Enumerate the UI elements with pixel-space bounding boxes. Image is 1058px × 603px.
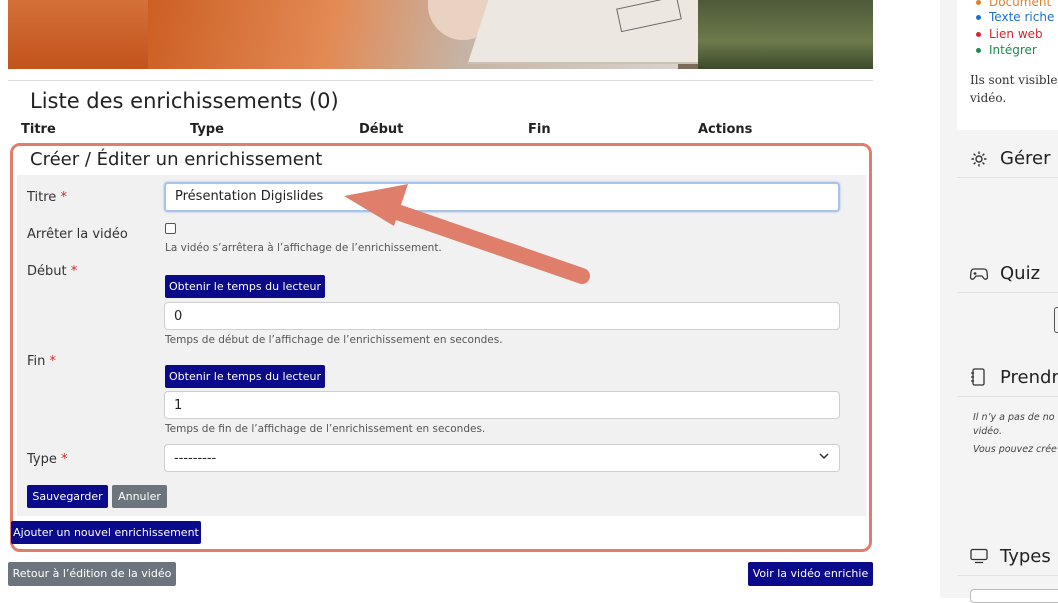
type-select-value: --------- [174, 451, 217, 466]
required-mark: * [49, 354, 57, 369]
bullet-icon [976, 0, 981, 5]
enrichments-list-title: Liste des enrichissements (0) [30, 89, 339, 113]
gamepad-icon [969, 266, 989, 286]
legend-label: Texte riche [989, 10, 1055, 24]
types-heading: Types [1000, 546, 1051, 567]
legend-label: Document [989, 0, 1052, 9]
legend-item-lien-web[interactable]: Lien web [976, 27, 1043, 41]
fin-help: Temps de fin de l’affichage de l’enrichi… [165, 423, 486, 435]
legend-label: Lien web [989, 27, 1043, 41]
notes-empty-text-2: vidéo. [973, 426, 1002, 437]
notes-empty-text: Il n’y a pas de no [973, 412, 1055, 423]
manage-heading: Gérer [1000, 148, 1051, 169]
type-select[interactable]: --------- [164, 444, 840, 472]
required-mark: * [60, 190, 67, 205]
types-input-edge[interactable] [970, 589, 1058, 603]
stop-video-checkbox[interactable] [165, 223, 176, 234]
video-thumbnail [8, 0, 873, 69]
column-header-titre: Titre [21, 122, 56, 137]
fin-get-time-button[interactable]: Obtenir le temps du lecteur [165, 365, 325, 388]
divider [957, 292, 1058, 293]
column-header-debut: Début [359, 122, 404, 137]
titre-label: Titre * [27, 190, 67, 205]
legend-description: Ils sont visible [970, 73, 1058, 87]
add-enrichment-button[interactable]: Ajouter un nouvel enrichissement [11, 521, 201, 544]
annotation-arrow [344, 184, 590, 284]
bullet-icon [976, 48, 981, 53]
fin-label-text: Fin [27, 354, 46, 369]
view-enriched-video-button[interactable]: Voir la vidéo enrichie [748, 562, 873, 586]
bullet-icon [976, 32, 981, 37]
divider [957, 575, 1058, 576]
required-mark: * [61, 452, 68, 467]
debut-input[interactable]: 0 [164, 302, 840, 330]
notebook-icon [970, 368, 986, 390]
notes-heading: Prendr [1000, 367, 1058, 388]
required-mark: * [70, 264, 78, 279]
divider [8, 80, 873, 81]
divider [957, 396, 1058, 397]
legend-item-texte-riche[interactable]: Texte riche [976, 10, 1054, 24]
debut-label-text: Début [27, 264, 67, 279]
column-header-actions: Actions [698, 122, 753, 137]
bullet-icon [976, 15, 981, 20]
chevron-down-icon [819, 451, 829, 464]
type-label-text: Type [27, 452, 57, 467]
legend-description-2: vidéo. [970, 91, 1007, 105]
gear-icon [970, 150, 988, 172]
titre-label-text: Titre [27, 190, 57, 205]
debut-label: Début * [27, 264, 77, 279]
column-header-fin: Fin [528, 122, 551, 137]
legend-label: Intégrer [989, 43, 1037, 57]
fin-label: Fin * [27, 354, 56, 369]
divider [957, 177, 1058, 178]
legend-item-integrer[interactable]: Intégrer [976, 43, 1037, 57]
back-to-video-edit-button[interactable]: Retour à l’édition de la vidéo [8, 562, 176, 586]
notes-create-text: Vous pouvez crée [973, 444, 1057, 455]
debut-help: Temps de début de l’affichage de l’enric… [165, 334, 503, 346]
legend-item-document[interactable]: Document [976, 0, 1051, 9]
debut-get-time-button[interactable]: Obtenir le temps du lecteur [165, 275, 325, 298]
quiz-button-edge[interactable] [1054, 307, 1058, 333]
quiz-heading: Quiz [1000, 263, 1041, 284]
cancel-button[interactable]: Annuler [112, 485, 167, 508]
type-label: Type * [27, 452, 68, 467]
form-title: Créer / Éditer un enrichissement [30, 149, 323, 170]
column-header-type: Type [190, 122, 224, 137]
fin-input[interactable]: 1 [164, 391, 840, 419]
stop-video-label: Arrêter la vidéo [27, 227, 128, 242]
save-button[interactable]: Sauvegarder [27, 485, 108, 508]
monitor-icon [970, 548, 988, 568]
